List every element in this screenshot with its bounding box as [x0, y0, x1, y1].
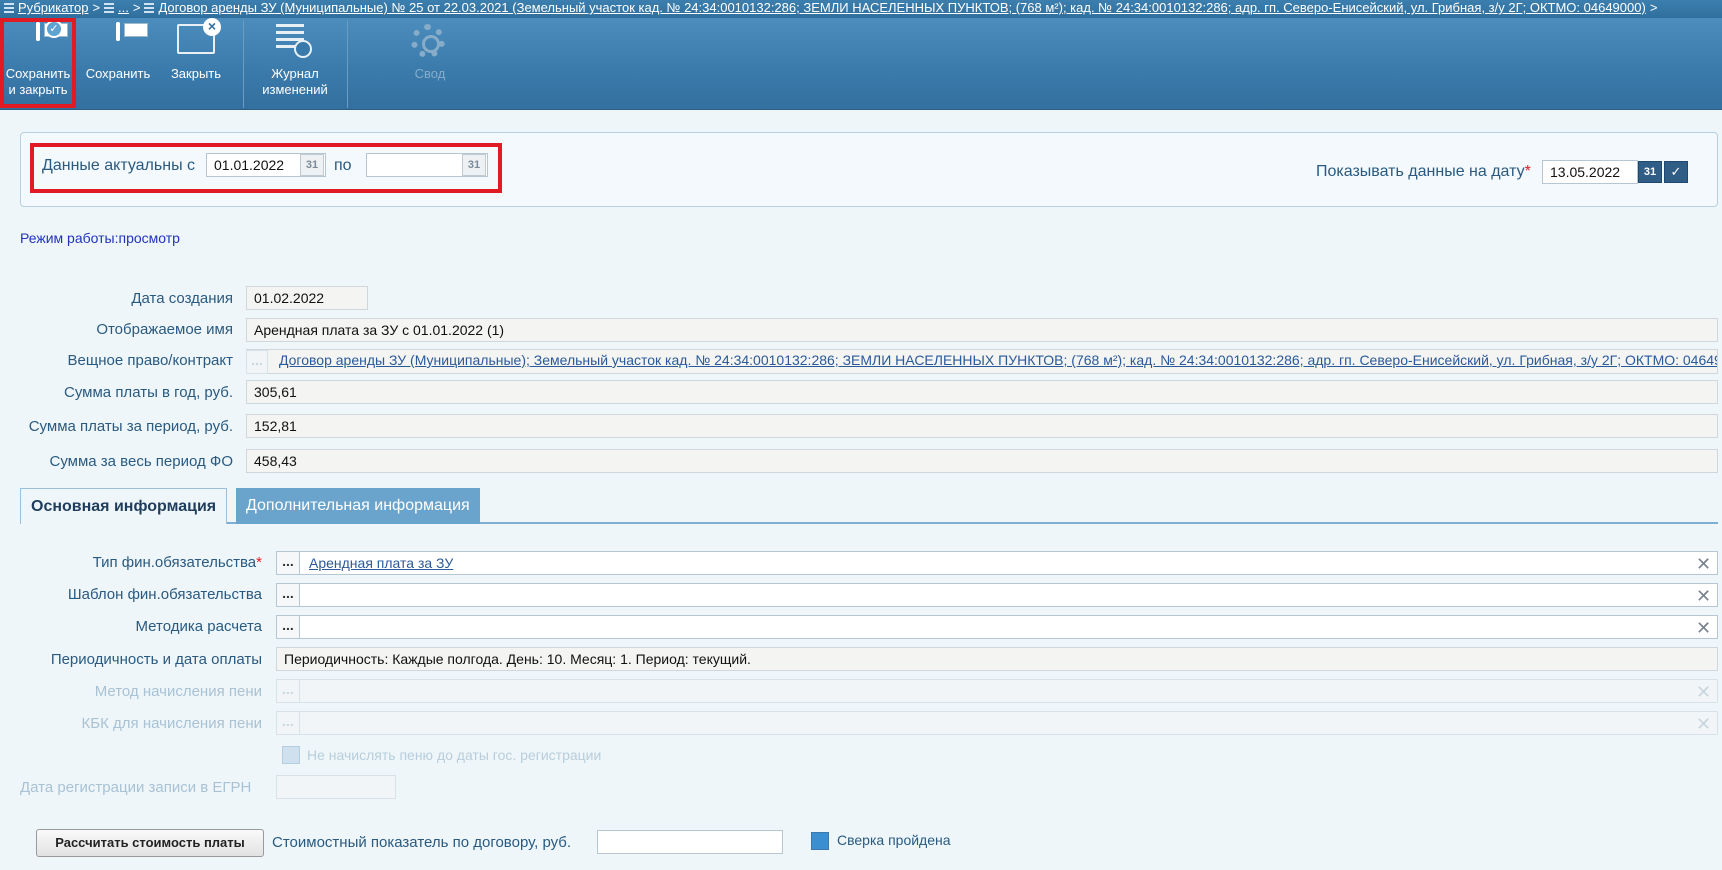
list-icon [4, 3, 14, 13]
property-right-field: Договор аренды ЗУ (Муниципальные); Земел… [246, 349, 1718, 374]
tab-main-info[interactable]: Основная информация [20, 488, 228, 524]
summary-label: Свод [414, 66, 446, 81]
periodicity-field: Периодичность: Каждые полгода. День: 10.… [276, 647, 1718, 671]
breadcrumb-document-link[interactable]: Договор аренды ЗУ (Муниципальные) № 25 о… [158, 0, 1645, 15]
reconciliation-checkbox[interactable] [811, 832, 829, 850]
fin-type-field[interactable]: Арендная плата за ЗУ [276, 551, 1718, 575]
gear-icon [411, 24, 445, 58]
penalty-method-clear-icon[interactable]: ✕ [1696, 683, 1711, 701]
penalty-method-field[interactable] [276, 679, 1718, 703]
created-date-field: 01.02.2022 [246, 286, 368, 310]
calc-method-clear-icon[interactable]: ✕ [1696, 619, 1711, 637]
list-icon [104, 3, 115, 13]
show-date-input[interactable]: 13.05.2022 [1542, 160, 1638, 184]
property-right-label: Вещное право/контракт [67, 352, 233, 369]
kbk-select-button[interactable]: ... [276, 711, 300, 735]
breadcrumb-ellipsis-link[interactable]: ... [118, 0, 129, 15]
egrn-date-field[interactable] [276, 775, 396, 799]
calc-method-field[interactable] [276, 615, 1718, 639]
total-sum-field: 458,43 [246, 449, 1718, 473]
tab-additional-info[interactable]: Дополнительная информация [236, 488, 480, 524]
property-right-link[interactable]: Договор аренды ЗУ (Муниципальные); Земел… [279, 352, 1717, 368]
fin-template-select-button[interactable]: ... [276, 583, 300, 607]
year-sum-label: Сумма платы в год, руб. [64, 384, 233, 401]
actuality-to-label: по [334, 157, 352, 174]
calendar-icon[interactable]: 31 [462, 154, 486, 176]
close-icon: × [203, 18, 221, 36]
kbk-clear-icon[interactable]: ✕ [1696, 715, 1711, 733]
fin-type-link[interactable]: Арендная плата за ЗУ [309, 555, 453, 571]
fin-template-field[interactable] [276, 583, 1718, 607]
fin-template-label: Шаблон фин.обязательства [67, 586, 262, 603]
apply-date-button[interactable]: ✓ [1664, 161, 1688, 183]
created-date-label: Дата создания [131, 290, 233, 307]
total-sum-label: Сумма за весь период ФО [49, 453, 233, 470]
egrn-date-label: Дата регистрации записи в ЕГРН [20, 779, 252, 796]
cost-indicator-label: Стоимостный показатель по договору, руб. [272, 834, 572, 851]
fin-template-clear-icon[interactable]: ✕ [1696, 587, 1711, 605]
breadcrumb-separator: > [1649, 0, 1658, 15]
actuality-from-label: Данные актуальны с [42, 157, 196, 174]
breadcrumb-separator: > [132, 0, 141, 15]
display-name-label: Отображаемое имя [96, 321, 233, 338]
calc-method-label: Методика расчета [135, 618, 262, 635]
toolbar-divider [347, 20, 348, 108]
kbk-label: КБК для начисления пени [81, 715, 262, 732]
change-log-label-1: Журнал [271, 66, 319, 81]
year-sum-field: 305,61 [246, 380, 1718, 404]
change-log-label-2: изменений [262, 82, 328, 97]
breadcrumb-separator: > [92, 0, 101, 15]
no-penalty-checkbox[interactable] [282, 746, 300, 764]
no-penalty-label: Не начислять пеню до даты гос. регистрац… [307, 747, 602, 763]
cost-indicator-field[interactable] [597, 830, 783, 854]
document-icon [144, 3, 155, 13]
toolbar: ✓ Сохранить и закрыть Сохранить × Закрыт… [0, 18, 1722, 110]
calculate-cost-button[interactable]: Рассчитать стоимость платы [36, 829, 264, 857]
tab-bar: Основная информация Дополнительная инфор… [20, 488, 1718, 524]
period-sum-field: 152,81 [246, 414, 1718, 438]
save-label: Сохранить [85, 66, 151, 81]
calendar-icon[interactable]: 31 [1638, 161, 1662, 183]
work-mode-text: Режим работы:просмотр [20, 230, 180, 246]
calc-method-select-button[interactable]: ... [276, 615, 300, 639]
penalty-method-label: Метод начисления пени [94, 683, 262, 700]
calendar-icon[interactable]: 31 [300, 154, 324, 176]
kbk-field[interactable] [276, 711, 1718, 735]
summary-button[interactable]: Свод [398, 18, 462, 108]
fin-type-label: Тип фин.обязательства* [92, 554, 262, 571]
close-button[interactable]: × Закрыть [160, 18, 232, 108]
change-log-button[interactable]: Журнал изменений [252, 18, 338, 108]
highlight-frame [0, 18, 76, 108]
journal-icon [276, 24, 312, 60]
show-date-label: Показывать данные на дату* [1316, 163, 1531, 180]
period-sum-label: Сумма платы за период, руб. [28, 418, 233, 435]
save-button[interactable]: Сохранить [82, 18, 154, 108]
breadcrumb-root-link[interactable]: Рубрикатор [18, 0, 88, 15]
periodicity-label: Периодичность и дата оплаты [50, 651, 262, 668]
property-right-select-button[interactable]: ... [246, 350, 268, 374]
fin-type-clear-icon[interactable]: ✕ [1696, 555, 1711, 573]
close-label: Закрыть [170, 66, 222, 81]
fin-type-select-button[interactable]: ... [276, 551, 300, 575]
reconciliation-label: Сверка пройдена [837, 832, 951, 848]
toolbar-divider [243, 20, 244, 108]
display-name-field: Арендная плата за ЗУ с 01.01.2022 (1) [246, 318, 1718, 342]
penalty-method-select-button[interactable]: ... [276, 679, 300, 703]
save-icon [116, 22, 120, 41]
breadcrumb: Рубрикатор >... > Договор аренды ЗУ (Муници… [0, 0, 1722, 18]
